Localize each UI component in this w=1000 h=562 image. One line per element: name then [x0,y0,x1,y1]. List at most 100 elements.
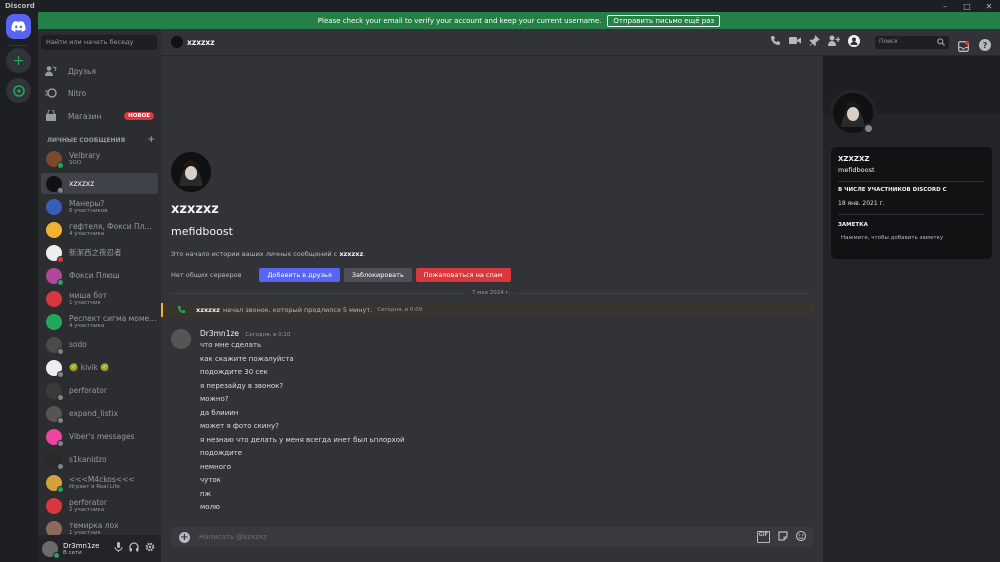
no-mutual-servers: Нет общих серверов [171,271,242,279]
discord-logo-icon [11,21,26,32]
nav-nitro[interactable]: Nitro [44,84,154,102]
sticker-icon[interactable] [778,531,788,543]
dm-item[interactable]: perforator [41,380,158,401]
call-timestamp: Сегодня, в 0:09 [377,307,423,313]
find-conversation-input[interactable]: Найти или начать беседу [41,35,157,50]
status-dot [57,393,64,401]
dm-name: миша бот [69,291,107,300]
dm-avatar [46,221,62,238]
message-line: можно? [200,395,229,403]
dm-item[interactable]: expand_listix [41,403,158,424]
minimize-button[interactable]: – [934,2,956,11]
dm-name: Респект сигма момент [69,314,157,323]
message-author-avatar[interactable] [171,329,191,349]
search-icon [937,38,946,47]
maximize-button[interactable]: □ [956,2,978,11]
header-toolbar [770,35,860,50]
dm-item[interactable]: <<<M4ckos<<< Играет в Real Life [41,472,158,493]
dm-item[interactable]: гефтеля, Фокси Плюш, ...4 участника [41,219,158,240]
dm-name: 🥝 kivik 🥝 [69,363,110,372]
help-icon[interactable]: ? [979,36,991,55]
gif-button[interactable]: GIF [756,531,770,543]
dm-item[interactable]: 🥝 kivik 🥝 [41,357,158,378]
dm-subtitle: 6 участников [69,208,108,214]
nav-shop[interactable]: Магазин НОВОЕ [44,107,154,125]
message-line: подождите 30 сек [200,368,268,376]
dm-item[interactable]: xzxzxz [41,173,158,194]
dm-name: Velbrary [69,151,101,160]
dm-item[interactable]: sodo [41,334,158,355]
close-button[interactable]: ✕ [978,2,1000,11]
message-line: немного [200,462,231,471]
message-author[interactable]: Dr3mn1ze [200,329,239,338]
notice-text: Please check your email to verify your a… [317,16,602,25]
dm-item[interactable]: perforator 2 участника [41,495,158,516]
profile-avatar[interactable] [829,89,877,137]
date-divider-label: 7 мая 2024 г. [466,290,516,296]
dm-item[interactable]: Фокси Плюш [41,265,158,286]
phone-icon [177,305,186,316]
dm-item[interactable]: Манеры? 6 участников [41,196,158,217]
dm-name: Манеры? [69,199,105,208]
block-button[interactable]: Заблокировать [343,268,412,282]
dm-item[interactable]: Velbrary SOO [41,148,158,169]
dm-subtitle: 4 участника [69,231,105,237]
online-status-dot [53,551,60,559]
user-profile-toggle-icon[interactable] [848,35,860,50]
emoji-icon[interactable] [795,530,807,543]
attach-plus-icon[interactable]: + [179,531,190,543]
call-caller-name[interactable]: xzxzxz [196,306,220,314]
message-line: пж [200,489,211,498]
dm-avatar [46,428,64,447]
voice-call-icon[interactable] [770,35,781,50]
message-line: подождите [200,449,243,457]
dm-avatar [46,336,64,355]
intro-avatar[interactable] [171,152,211,192]
status-dot [57,439,64,447]
dm-item[interactable]: 新潔西之夜忍者 [41,242,158,263]
video-call-icon[interactable] [789,35,801,50]
resend-email-button[interactable]: Отправить письмо ещё раз [607,14,721,27]
pinned-messages-icon[interactable] [809,35,820,50]
dm-header: ЛИЧНЫЕ СООБЩЕНИЯ + [47,136,155,145]
headphones-icon[interactable] [129,542,139,555]
message-timestamp: Сегодня, в 0:10 [245,332,291,338]
home-button[interactable] [6,14,31,39]
message-composer[interactable]: + Написать @xzxzxz GIF [171,527,814,547]
dm-name: темирка лох [69,521,119,530]
dm-header-label: ЛИЧНЫЕ СООБЩЕНИЯ [47,137,126,144]
date-divider: 7 мая 2024 г. [171,289,811,297]
message-line: я незнаю что делать у меня всегда инет б… [200,435,405,444]
profile-display-name: XZXZXZ [838,155,870,163]
intro-display-name: xzxzxz [171,202,219,217]
dm-avatar [46,313,62,330]
titlebar: Discord – □ ✕ [0,0,1000,12]
user-name: Dr3mn1ze [63,541,100,550]
dm-name: expand_listix [69,409,119,418]
report-spam-button[interactable]: Пожаловаться на спам [415,268,511,282]
user-avatar[interactable] [42,540,60,559]
explore-servers-button[interactable] [6,78,31,103]
microphone-icon[interactable] [114,542,123,555]
chat-search-input[interactable]: Поиск [875,36,949,49]
dm-item[interactable]: s1kanidzo [41,449,158,470]
nav-nitro-label: Nitro [68,88,87,98]
dm-item[interactable]: миша бот 1 участник [41,288,158,309]
dm-item[interactable]: Респект сигма момент 4 участника [41,311,158,332]
dm-name: <<<M4ckos<<< [69,475,135,484]
dm-item[interactable]: Viber's messages [41,426,158,447]
composer-placeholder: Написать @xzxzxz [199,533,267,541]
settings-gear-icon[interactable] [145,542,155,555]
create-dm-button[interactable]: + [147,136,155,145]
verification-notice: Please check your email to verify your a… [38,12,1000,29]
note-input[interactable]: Нажмите, чтобы добавить заметку [841,235,943,241]
add-friends-to-dm-icon[interactable] [828,35,841,50]
inbox-icon[interactable] [958,37,969,56]
add-friend-button[interactable]: Добавить в друзья [259,268,340,282]
status-dot [57,161,64,169]
dm-name: гефтеля, Фокси Плюш, ... [69,222,157,231]
nav-friends[interactable]: Друзья [44,62,154,80]
status-dot [57,186,64,194]
shop-icon [44,109,58,123]
add-server-button[interactable]: + [6,48,31,73]
